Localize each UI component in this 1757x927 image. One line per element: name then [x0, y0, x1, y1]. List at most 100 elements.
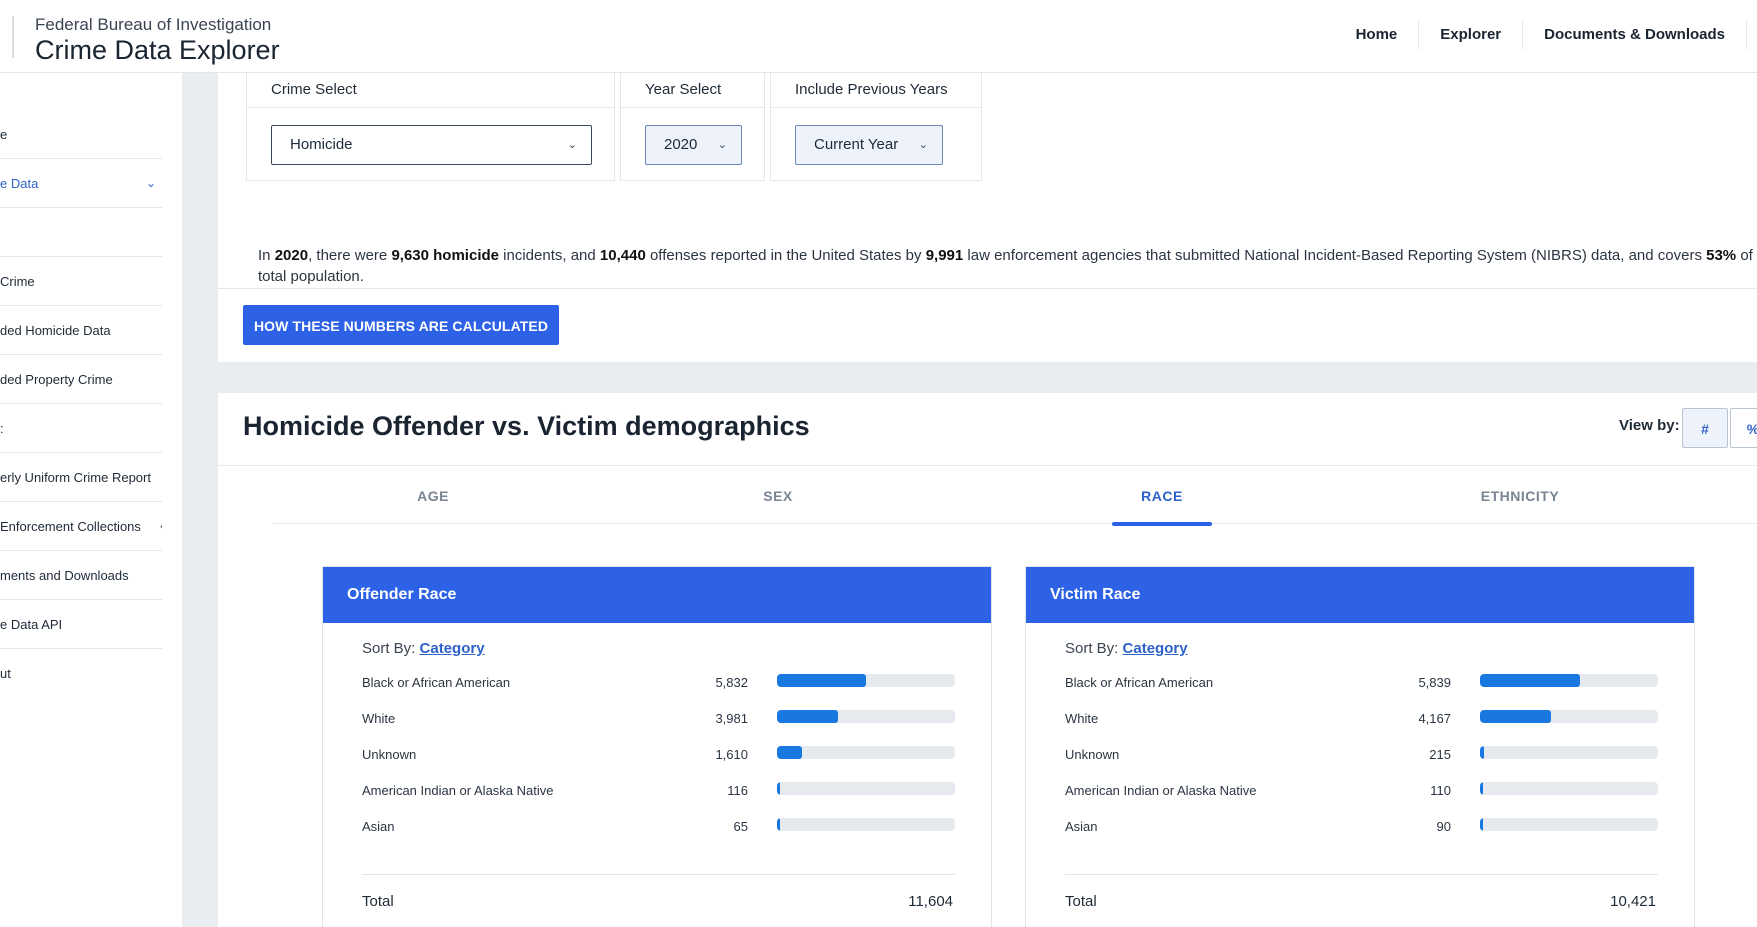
- divider: [218, 288, 1757, 289]
- race-bar-track: [777, 710, 955, 723]
- divider: [218, 465, 1757, 466]
- chevron-left-icon: ‹: [160, 519, 162, 533]
- nav-divider: [1746, 20, 1747, 50]
- sidebar-item-enforcement-collections[interactable]: Enforcement Collections ‹: [0, 502, 162, 551]
- tab-age[interactable]: AGE: [373, 478, 493, 524]
- sidebar-item-6[interactable]: :: [0, 404, 162, 453]
- race-label: White: [362, 711, 396, 726]
- race-count: 215: [1429, 747, 1451, 762]
- sidebar-item-documents[interactable]: ments and Downloads: [0, 551, 162, 600]
- sidebar-item-label: ded Homicide Data: [0, 322, 111, 338]
- tab-race[interactable]: RACE: [1112, 478, 1212, 526]
- main-nav: Home Explorer Documents & Downloads: [1335, 20, 1757, 50]
- sidebar-item-label: :: [0, 420, 4, 436]
- site-brand[interactable]: Federal Bureau of Investigation Crime Da…: [35, 15, 280, 65]
- race-bar-track: [1480, 746, 1658, 759]
- race-bar-fill: [777, 782, 780, 795]
- race-bar-track: [777, 746, 955, 759]
- victim-race-rows: Black or African American 5,839 White 4,167…: [1065, 672, 1658, 852]
- sidebar-item-quarterly-ucr[interactable]: erly Uniform Crime Report: [0, 453, 162, 502]
- race-bar-track: [777, 782, 955, 795]
- previous-years-value: Current Year: [814, 136, 899, 153]
- crime-select-label: Crime Select: [247, 73, 614, 108]
- victim-total-value: 10,421: [1610, 893, 1656, 910]
- crime-select[interactable]: Homicide ⌄: [271, 125, 592, 165]
- race-count: 116: [727, 783, 748, 798]
- summary-incidents: 9,630 homicide: [391, 247, 499, 264]
- victim-total-label: Total: [1065, 893, 1097, 910]
- race-label: Unknown: [362, 747, 417, 762]
- race-label: American Indian or Alaska Native: [1065, 783, 1257, 798]
- demographic-tabs: AGE SEX RACE ETHNICITY: [273, 478, 1757, 526]
- demographics-title: Homicide Offender vs. Victim demographic…: [243, 411, 810, 441]
- sidebar-item-data[interactable]: e Data ⌄: [0, 159, 162, 208]
- sort-by-label: Sort By:: [362, 640, 416, 657]
- divider: [362, 874, 955, 875]
- race-label: American Indian or Alaska Native: [362, 783, 554, 798]
- sort-by: Sort By: Category: [362, 640, 485, 657]
- race-bar-fill: [1480, 818, 1483, 831]
- sort-by-category-link[interactable]: Category: [1123, 640, 1188, 657]
- sidebar-menu: e e Data ⌄ Crime ded Homicide Data ded Pr…: [0, 110, 162, 698]
- sidebar-item-label: Crime: [0, 273, 35, 289]
- race-bar-track: [777, 818, 955, 831]
- race-row: American Indian or Alaska Native 116: [362, 780, 955, 816]
- chevron-down-icon: ⌄: [145, 176, 156, 190]
- summary-year: 2020: [274, 247, 309, 264]
- summary-text: In 2020, there were 9,630 homicide incid…: [258, 247, 1757, 285]
- view-by-count-button[interactable]: #: [1682, 408, 1728, 448]
- previous-years-box: Include Previous Years Current Year ⌄: [770, 73, 982, 181]
- nav-explorer[interactable]: Explorer: [1418, 20, 1522, 50]
- summary-agencies: 9,991: [925, 247, 964, 264]
- sidebar-item-0[interactable]: e: [0, 110, 162, 159]
- sidebar-item-label: e Data API: [0, 616, 63, 632]
- victim-race-title: Victim Race: [1026, 567, 1694, 623]
- chevron-down-icon: ⌄: [918, 139, 928, 151]
- sort-by-category-link[interactable]: Category: [420, 640, 485, 657]
- race-count: 5,839: [1418, 675, 1451, 690]
- previous-years-select[interactable]: Current Year ⌄: [795, 125, 943, 165]
- sidebar-item-2[interactable]: [0, 208, 162, 257]
- race-count: 4,167: [1418, 711, 1451, 726]
- previous-years-label: Include Previous Years: [771, 73, 981, 108]
- year-select-box: Year Select 2020 ⌄: [620, 73, 765, 181]
- race-label: White: [1065, 711, 1099, 726]
- filter-group: Crime Select Homicide ⌄ Year Select 2020…: [246, 73, 982, 181]
- race-bar-track: [1480, 710, 1658, 723]
- sidebar-item-crime[interactable]: Crime: [0, 257, 162, 306]
- nav-documents-downloads[interactable]: Documents & Downloads: [1522, 20, 1746, 50]
- how-calculated-button[interactable]: HOW THESE NUMBERS ARE CALCULATED: [243, 305, 559, 345]
- race-bar-track: [1480, 782, 1658, 795]
- sidebar-item-about[interactable]: ut: [0, 649, 162, 698]
- race-label: Black or African American: [362, 675, 511, 690]
- offender-total-value: 11,604: [908, 893, 953, 910]
- nav-home[interactable]: Home: [1335, 20, 1419, 50]
- race-row: Black or African American 5,839: [1065, 672, 1658, 708]
- tab-sex[interactable]: SEX: [718, 478, 838, 524]
- sidebar-item-api[interactable]: e Data API: [0, 600, 162, 649]
- race-row: Unknown 1,610: [362, 744, 955, 780]
- summary-offenses: 10,440: [599, 247, 646, 264]
- race-row: White 4,167: [1065, 708, 1658, 744]
- sidebar-item-label: e: [0, 126, 8, 142]
- race-bar-fill: [777, 746, 802, 759]
- race-bar-track: [1480, 818, 1658, 831]
- crime-select-value: Homicide: [290, 136, 353, 153]
- year-select[interactable]: 2020 ⌄: [645, 125, 742, 165]
- summary-coverage: 53%: [1706, 247, 1737, 264]
- view-by-percent-button[interactable]: %: [1730, 408, 1757, 448]
- view-by-label: View by:: [1619, 417, 1680, 434]
- race-bar-fill: [777, 710, 839, 723]
- tab-ethnicity[interactable]: ETHNICITY: [1440, 478, 1600, 524]
- sidebar-item-label: ded Property Crime: [0, 371, 113, 387]
- sort-by-label: Sort By:: [1065, 640, 1119, 657]
- race-row: White 3,981: [362, 708, 955, 744]
- sidebar-item-property-crime[interactable]: ded Property Crime: [0, 355, 162, 404]
- race-row: Asian 90: [1065, 816, 1658, 852]
- race-label: Unknown: [1065, 747, 1120, 762]
- header-divider: [12, 16, 14, 58]
- demographics-panel: Homicide Offender vs. Victim demographic…: [218, 393, 1757, 927]
- race-row: American Indian or Alaska Native 110: [1065, 780, 1658, 816]
- sidebar-item-homicide[interactable]: ded Homicide Data: [0, 306, 162, 355]
- race-bar-track: [1480, 674, 1658, 687]
